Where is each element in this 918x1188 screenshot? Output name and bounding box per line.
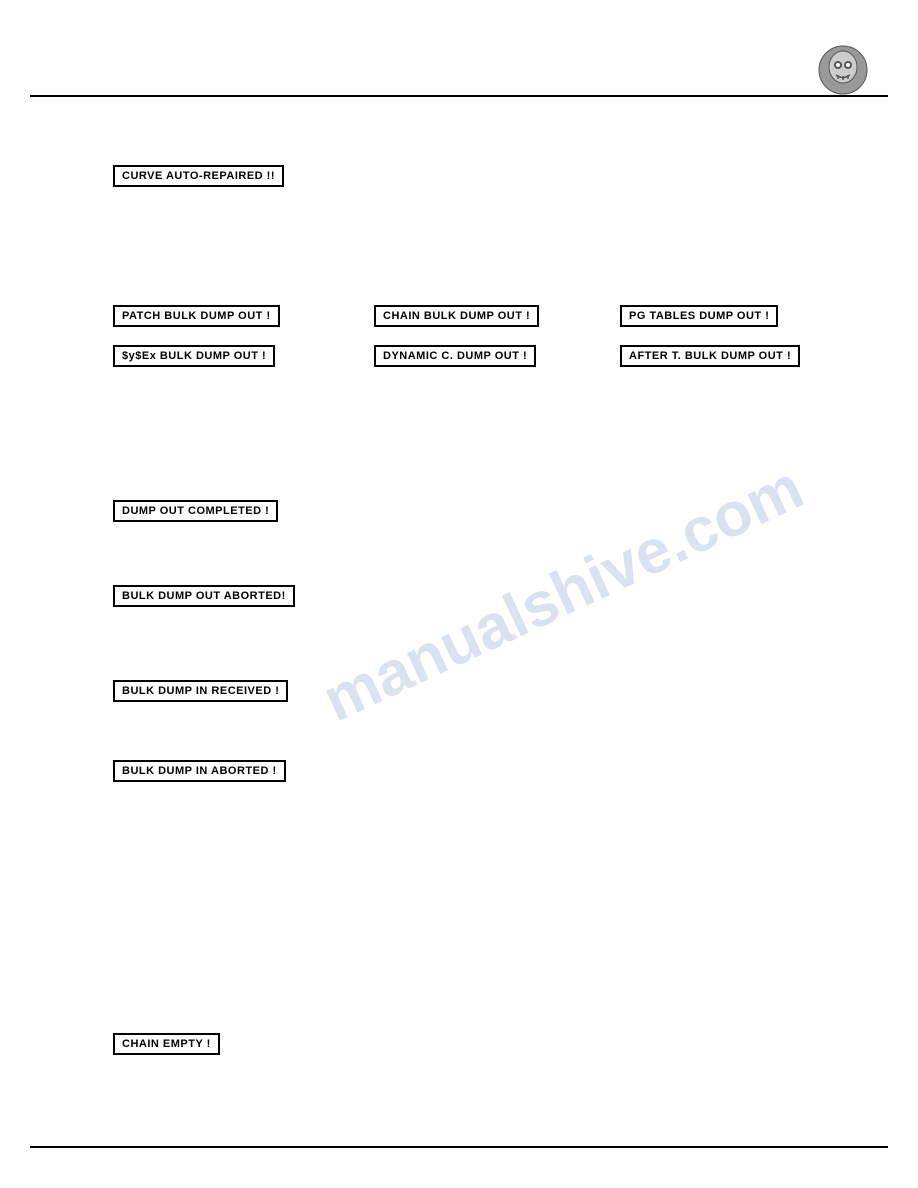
- curve-auto-repaired-label: CURVE AUTO-REPAIRED !!: [113, 165, 284, 187]
- top-divider: [30, 95, 888, 97]
- bulk-dump-in-received-label: BULK DUMP IN RECEIVED !: [113, 680, 288, 702]
- chain-empty-label: CHAIN EMPTY !: [113, 1033, 220, 1055]
- bulk-dump-out-aborted-label: BULK DUMP OUT ABORTED!: [113, 585, 295, 607]
- pgtables-dump-out-label: PG TABLES DUMP OUT !: [620, 305, 778, 327]
- logo-icon: [818, 45, 868, 95]
- bottom-divider: [30, 1146, 888, 1148]
- sysex-bulk-dump-out-label: $y$Ex BULK DUMP OUT !: [113, 345, 275, 367]
- page-container: CURVE AUTO-REPAIRED !! PATCH BULK DUMP O…: [0, 0, 918, 1188]
- after-t-bulk-dump-out-label: AFTER T. BULK DUMP OUT !: [620, 345, 800, 367]
- chain-bulk-dump-out-label: CHAIN BULK DUMP OUT !: [374, 305, 539, 327]
- patch-bulk-dump-out-label: PATCH BULK DUMP OUT !: [113, 305, 280, 327]
- watermark: manualshive.com: [312, 452, 814, 736]
- dynamic-c-dump-out-label: DYNAMIC C. DUMP OUT !: [374, 345, 536, 367]
- dump-out-completed-label: DUMP OUT COMPLETED !: [113, 500, 278, 522]
- logo-area: [818, 45, 873, 100]
- bulk-dump-in-aborted-label: BULK DUMP IN ABORTED !: [113, 760, 286, 782]
